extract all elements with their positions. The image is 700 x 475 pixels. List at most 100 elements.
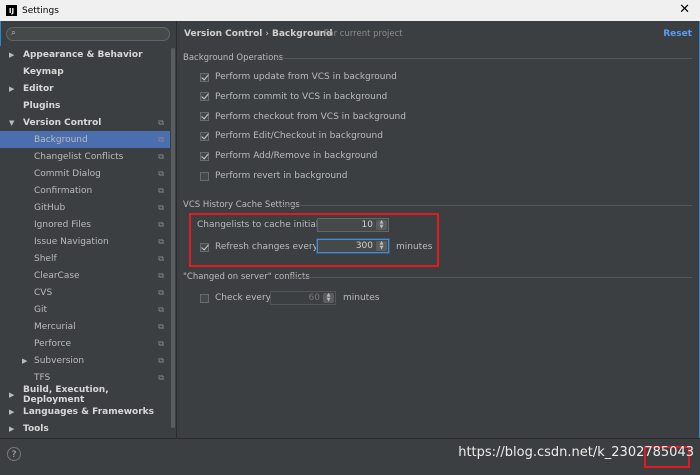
sidebar-item-version-control[interactable]: ▼ Version Control ⧉ [0, 114, 170, 131]
spinner-arrows-icon[interactable]: ▲ ▼ [376, 241, 387, 251]
background-option-label[interactable]: Perform revert in background [215, 171, 347, 181]
sidebar-item-languages-frameworks[interactable]: ▶ Languages & Frameworks [0, 403, 170, 420]
chevron-right-icon[interactable]: ▶ [9, 425, 14, 433]
refresh-checkbox[interactable] [200, 242, 209, 252]
close-icon[interactable]: ✕ [679, 2, 690, 17]
sidebar-item-build-execution-deployment[interactable]: ▶ Build, Execution, Deployment [0, 384, 170, 405]
background-option-checkbox[interactable] [200, 72, 209, 82]
sidebar-item-label: Git [34, 304, 48, 315]
sidebar-item-clearcase[interactable]: ClearCase ⧉ [0, 267, 170, 284]
breadcrumb-version-control: Version Control [184, 29, 263, 39]
sidebar-item-appearance-behavior[interactable]: ▶ Appearance & Behavior [0, 46, 170, 63]
project-icon: ⧉ [158, 270, 164, 280]
project-icon: ⧉ [158, 321, 164, 331]
sidebar-item-changelist-conflicts[interactable]: Changelist Conflicts ⧉ [0, 148, 170, 165]
sidebar-item-cvs[interactable]: CVS ⧉ [0, 284, 170, 301]
project-icon: ⧉ [158, 185, 164, 195]
check-every-spinner[interactable]: 60 ▲ ▼ [270, 291, 336, 305]
background-option-checkbox[interactable] [200, 92, 209, 102]
sidebar-item-confirmation[interactable]: Confirmation ⧉ [0, 182, 170, 199]
spinner-arrows-icon[interactable]: ▲ ▼ [376, 220, 387, 230]
refresh-spinner[interactable]: 300 ▲ ▼ [317, 239, 389, 253]
sidebar-item-label: ClearCase [34, 270, 80, 281]
conflicts-title: "Changed on server" conflicts [183, 272, 310, 282]
chevron-right-icon[interactable]: ▶ [22, 357, 27, 365]
background-option-label[interactable]: Perform update from VCS in background [215, 72, 397, 82]
background-option-checkbox[interactable] [200, 112, 209, 122]
sidebar-item-label: Background [34, 134, 88, 145]
sidebar-item-label: Version Control [23, 117, 102, 128]
spinner-arrows-icon[interactable]: ▲ ▼ [323, 293, 334, 303]
sidebar-item-label: GitHub [34, 202, 66, 213]
project-icon: ⧉ [315, 29, 324, 39]
project-icon: ⧉ [158, 304, 164, 314]
sidebar-item-label: Subversion [34, 355, 85, 366]
background-option-label[interactable]: Perform checkout from VCS in background [215, 112, 406, 122]
sidebar-item-tools[interactable]: ▶ Tools [0, 420, 170, 437]
sidebar-item-ignored-files[interactable]: Ignored Files ⧉ [0, 216, 170, 233]
chevron-right-icon[interactable]: ▶ [9, 51, 14, 59]
refresh-value: 300 [355, 241, 373, 251]
background-option-checkbox[interactable] [200, 171, 209, 181]
background-operations-title: Background Operations [183, 53, 284, 63]
panel-divider[interactable] [176, 21, 177, 438]
refresh-row: Refresh changes every [200, 242, 318, 252]
settings-tree: ▶ Appearance & Behavior Keymap ▶ Editor Plugi… [0, 46, 176, 438]
sidebar-item-github[interactable]: GitHub ⧉ [0, 199, 170, 216]
sidebar-item-keymap[interactable]: Keymap [0, 63, 170, 80]
sidebar-item-perforce[interactable]: Perforce ⧉ [0, 335, 170, 352]
window-title: Settings [22, 5, 59, 16]
sidebar-item-shelf[interactable]: Shelf ⧉ [0, 250, 170, 267]
background-option-row: Perform Add/Remove in background [200, 151, 377, 161]
breadcrumb: Version Control › Background [184, 29, 333, 39]
changelists-spinner[interactable]: 10 ▲ ▼ [317, 218, 389, 232]
sidebar-item-mercurial[interactable]: Mercurial ⧉ [0, 318, 170, 335]
sidebar-item-git[interactable]: Git ⧉ [0, 301, 170, 318]
sidebar-item-label: Issue Navigation [34, 236, 109, 247]
sidebar-item-label: Confirmation [34, 185, 93, 196]
settings-search-input[interactable]: ⌕ [6, 27, 170, 41]
project-icon: ⧉ [158, 117, 164, 127]
chevron-right-icon[interactable]: ▶ [9, 85, 14, 93]
project-icon: ⧉ [158, 372, 164, 382]
refresh-label: Refresh changes every [215, 242, 318, 252]
watermark-text: https://blog.csdn.net/k_2302785043 [458, 445, 694, 460]
sidebar-item-subversion[interactable]: ▶ Subversion ⧉ [0, 352, 170, 369]
background-option-row: Perform update from VCS in background [200, 72, 397, 82]
background-option-checkbox[interactable] [200, 151, 209, 161]
background-option-label[interactable]: Perform Edit/Checkout in background [215, 131, 383, 141]
chevron-down-icon[interactable]: ▼ [9, 119, 14, 127]
sidebar-item-label: Commit Dialog [34, 168, 101, 179]
sidebar-item-label: Tools [23, 423, 49, 434]
background-option-row: Perform Edit/Checkout in background [200, 131, 383, 141]
background-option-checkbox[interactable] [200, 131, 209, 141]
check-every-checkbox[interactable] [200, 293, 209, 303]
background-option-label[interactable]: Perform Add/Remove in background [215, 151, 377, 161]
sidebar-item-label: Editor [23, 83, 54, 94]
reset-link[interactable]: Reset [663, 29, 692, 39]
help-button[interactable]: ? [7, 447, 21, 461]
chevron-right-icon[interactable]: ▶ [9, 391, 14, 399]
project-icon: ⧉ [158, 219, 164, 229]
project-icon: ⧉ [158, 338, 164, 348]
project-icon: ⧉ [158, 168, 164, 178]
project-scope-label: For current project [323, 29, 403, 39]
sidebar-scroll-thumb[interactable] [171, 48, 175, 428]
check-every-row: Check every [200, 293, 271, 303]
refresh-unit-label: minutes [396, 242, 433, 252]
sidebar-item-tfs[interactable]: TFS ⧉ [0, 369, 170, 386]
sidebar-item-background[interactable]: Background ⧉ [0, 131, 170, 148]
breadcrumb-separator: › [265, 29, 269, 39]
sidebar-item-plugins[interactable]: Plugins [0, 97, 170, 114]
project-icon: ⧉ [158, 355, 164, 365]
background-option-label[interactable]: Perform commit to VCS in background [215, 92, 387, 102]
sidebar-item-label: Languages & Frameworks [23, 406, 155, 417]
sidebar-item-label: Build, Execution, Deployment [23, 384, 109, 405]
project-icon: ⧉ [158, 202, 164, 212]
group-separator [282, 205, 692, 206]
sidebar-item-commit-dialog[interactable]: Commit Dialog ⧉ [0, 165, 170, 182]
sidebar-item-issue-navigation[interactable]: Issue Navigation ⧉ [0, 233, 170, 250]
chevron-right-icon[interactable]: ▶ [9, 408, 14, 416]
sidebar-item-editor[interactable]: ▶ Editor [0, 80, 170, 97]
project-scope-note: ⧉ For current project [315, 29, 403, 39]
